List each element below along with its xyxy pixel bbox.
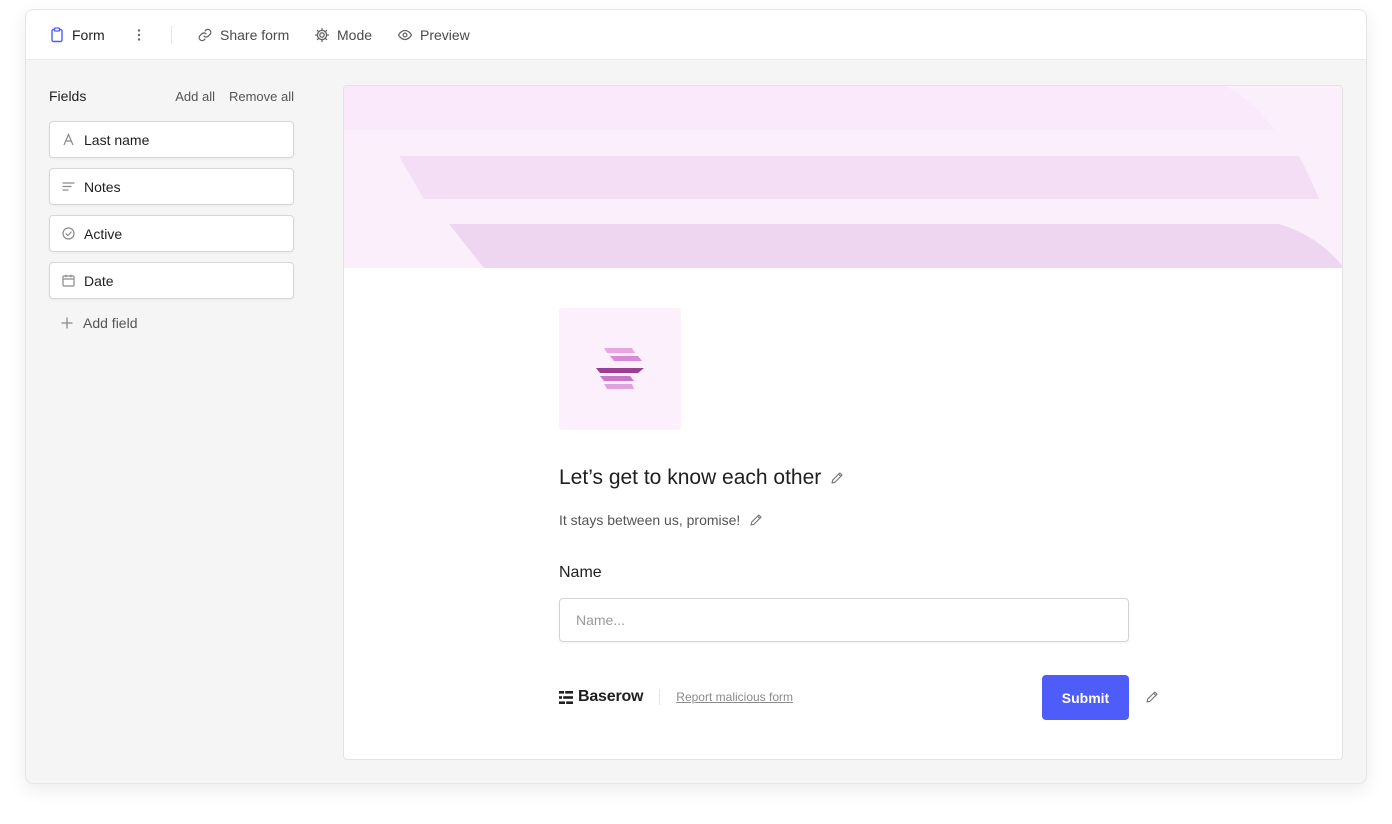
form-footer: Baserow Report malicious form xyxy=(559,687,793,707)
name-input[interactable] xyxy=(559,598,1129,642)
field-item-notes[interactable]: Notes xyxy=(49,168,294,205)
view-name: Form xyxy=(72,27,105,43)
more-vertical-icon xyxy=(137,29,141,41)
cover-stripes-graphic xyxy=(344,86,1342,268)
view-selector[interactable]: Form xyxy=(49,10,105,60)
fields-actions: Add all Remove all xyxy=(175,89,294,104)
text-icon xyxy=(63,133,74,146)
mode-button[interactable]: Mode xyxy=(314,10,372,60)
field-label: Last name xyxy=(84,131,150,148)
brand-name[interactable]: Baserow xyxy=(578,688,643,706)
eye-icon xyxy=(397,29,413,41)
footer-divider xyxy=(659,689,661,705)
preview-button[interactable]: Preview xyxy=(397,10,470,60)
add-all-button[interactable]: Add all xyxy=(175,89,215,104)
plus-icon xyxy=(61,317,73,329)
long-text-icon xyxy=(62,182,75,191)
calendar-icon xyxy=(62,274,75,287)
form-title-text: Let’s get to know each other xyxy=(559,466,822,489)
check-circle-icon xyxy=(62,227,75,240)
form-preview: Let’s get to know each other It stays be… xyxy=(343,85,1343,760)
share-form-label: Share form xyxy=(220,27,290,43)
field-item-last-name[interactable]: Last name xyxy=(49,121,294,158)
view-toolbar: Form Share form Mode Preview xyxy=(26,10,1366,60)
add-field-label: Add field xyxy=(83,315,138,331)
edit-title-icon[interactable] xyxy=(830,471,844,485)
view-options-button[interactable] xyxy=(133,10,145,60)
question-label[interactable]: Name xyxy=(559,564,602,582)
form-logo[interactable] xyxy=(559,308,681,430)
edit-submit-icon[interactable] xyxy=(1145,690,1159,704)
fields-header: Fields Add all Remove all xyxy=(49,87,294,105)
field-label: Notes xyxy=(84,178,121,195)
preview-label: Preview xyxy=(420,27,470,43)
clipboard-icon xyxy=(51,27,63,43)
form-description[interactable]: It stays between us, promise! xyxy=(559,512,763,528)
remove-all-button[interactable]: Remove all xyxy=(229,89,294,104)
share-form-button[interactable]: Share form xyxy=(197,10,289,60)
report-malicious-form-link[interactable]: Report malicious form xyxy=(676,690,793,704)
field-item-active[interactable]: Active xyxy=(49,215,294,252)
field-label: Date xyxy=(84,272,114,289)
fields-title: Fields xyxy=(49,88,87,104)
fields-sidebar: Fields Add all Remove all Last name Note… xyxy=(26,61,316,783)
link-icon xyxy=(198,28,212,42)
logo-stripes-graphic xyxy=(596,348,644,389)
baserow-logo-icon xyxy=(559,690,573,704)
app-window: Form Share form Mode Preview Fields Add … xyxy=(25,9,1367,784)
toolbar-divider xyxy=(171,26,172,44)
edit-description-icon[interactable] xyxy=(749,513,763,527)
submit-button[interactable]: Submit xyxy=(1042,675,1129,720)
field-label: Active xyxy=(84,225,123,242)
form-cover-image[interactable] xyxy=(344,86,1342,268)
field-item-date[interactable]: Date xyxy=(49,262,294,299)
form-description-text: It stays between us, promise! xyxy=(559,512,741,528)
form-title[interactable]: Let’s get to know each other xyxy=(559,466,844,490)
gear-icon xyxy=(314,27,330,43)
add-field-button[interactable]: Add field xyxy=(61,315,137,331)
mode-label: Mode xyxy=(337,27,373,43)
